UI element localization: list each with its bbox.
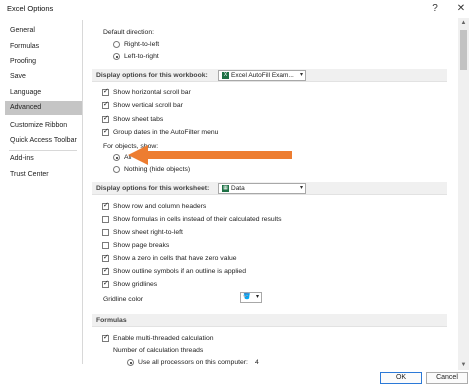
sidebar-item-formulas[interactable]: Formulas bbox=[5, 40, 82, 54]
ok-button[interactable]: OK bbox=[380, 372, 422, 384]
show-headers-label: Show row and column headers bbox=[113, 203, 207, 210]
show-page-breaks-checkbox[interactable] bbox=[102, 242, 109, 249]
left-to-right-radio[interactable] bbox=[113, 53, 120, 60]
worksheet-dropdown-value: Data bbox=[231, 185, 245, 192]
window-title: Excel Options bbox=[7, 4, 54, 13]
show-page-breaks-label: Show page breaks bbox=[113, 242, 170, 249]
formulas-section-title: Formulas bbox=[96, 317, 127, 324]
worksheet-icon: ▦ bbox=[222, 184, 229, 192]
sidebar-item-language[interactable]: Language bbox=[5, 86, 82, 100]
gridline-color-picker[interactable]: 🪣 ▾ bbox=[240, 292, 262, 303]
close-button[interactable]: ✕ bbox=[450, 1, 472, 17]
show-rtl-checkbox[interactable] bbox=[102, 229, 109, 236]
workbook-dropdown-value: Excel AutoFill Exam... bbox=[231, 72, 294, 79]
scroll-thumb[interactable] bbox=[460, 30, 467, 70]
group-dates-checkbox[interactable] bbox=[102, 127, 109, 136]
show-gridlines-checkbox[interactable] bbox=[102, 279, 109, 288]
arrow-shape bbox=[128, 145, 292, 165]
show-outline-checkbox[interactable] bbox=[102, 266, 109, 275]
show-horizontal-scroll-checkbox[interactable] bbox=[102, 87, 109, 96]
multithreaded-label: Enable multi-threaded calculation bbox=[113, 335, 214, 342]
workbook-section-title: Display options for this workbook: bbox=[96, 72, 208, 79]
show-formulas-checkbox[interactable] bbox=[102, 216, 109, 223]
sidebar-item-quick-access-toolbar[interactable]: Quick Access Toolbar bbox=[5, 134, 82, 148]
group-dates-label: Group dates in the AutoFilter menu bbox=[113, 129, 219, 136]
sidebar-item-trust-center[interactable]: Trust Center bbox=[5, 168, 82, 182]
sidebar-item-general[interactable]: General bbox=[5, 24, 82, 38]
right-to-left-radio[interactable] bbox=[113, 41, 120, 48]
use-all-processors-radio[interactable] bbox=[127, 359, 134, 366]
worksheet-section-title: Display options for this worksheet: bbox=[96, 185, 210, 192]
help-button[interactable]: ? bbox=[424, 1, 446, 17]
threads-label: Number of calculation threads bbox=[113, 347, 204, 354]
formulas-section-header: Formulas bbox=[92, 314, 447, 327]
sidebar-item-proofing[interactable]: Proofing bbox=[5, 55, 82, 69]
use-all-processors-label: Use all processors on this computer: bbox=[138, 359, 248, 366]
default-direction-label: Default direction: bbox=[103, 29, 155, 36]
sidebar: General Formulas Proofing Save Language … bbox=[5, 20, 83, 364]
objects-all-radio[interactable] bbox=[113, 154, 120, 161]
options-panel: Default direction: Right-to-left Left-to… bbox=[87, 18, 456, 370]
left-to-right-label: Left-to-right bbox=[124, 53, 159, 60]
sidebar-item-add-ins[interactable]: Add-ins bbox=[5, 152, 82, 166]
chevron-down-icon: ▾ bbox=[299, 185, 303, 191]
show-sheet-tabs-label: Show sheet tabs bbox=[113, 116, 164, 123]
show-zero-label: Show a zero in cells that have zero valu… bbox=[113, 255, 237, 262]
worksheet-dropdown[interactable]: ▦ Data ▾ bbox=[218, 183, 306, 194]
sidebar-item-advanced[interactable]: Advanced bbox=[5, 101, 82, 115]
vertical-scrollbar[interactable]: ▲ ▼ bbox=[458, 18, 469, 370]
show-outline-label: Show outline symbols if an outline is ap… bbox=[113, 268, 246, 275]
show-gridlines-label: Show gridlines bbox=[113, 281, 158, 288]
multithreaded-checkbox[interactable] bbox=[102, 333, 109, 342]
processor-count: 4 bbox=[255, 359, 259, 366]
right-to-left-label: Right-to-left bbox=[124, 41, 160, 48]
show-rtl-label: Show sheet right-to-left bbox=[113, 229, 183, 236]
sidebar-divider bbox=[9, 150, 77, 151]
sidebar-item-save[interactable]: Save bbox=[5, 70, 82, 84]
gridline-color-label: Gridline color bbox=[103, 296, 144, 303]
chevron-down-icon: ▾ bbox=[299, 72, 303, 78]
scroll-up-icon[interactable]: ▲ bbox=[458, 18, 469, 28]
show-vertical-scroll-label: Show vertical scroll bar bbox=[113, 102, 183, 109]
show-zero-checkbox[interactable] bbox=[102, 253, 109, 262]
excel-workbook-icon: X bbox=[222, 71, 229, 79]
workbook-dropdown[interactable]: X Excel AutoFill Exam... ▾ bbox=[218, 70, 306, 81]
annotation-arrow bbox=[128, 145, 292, 165]
show-sheet-tabs-checkbox[interactable] bbox=[102, 114, 109, 123]
cancel-button[interactable]: Cancel bbox=[426, 372, 468, 384]
scroll-down-icon[interactable]: ▼ bbox=[458, 360, 469, 370]
sidebar-item-customize-ribbon[interactable]: Customize Ribbon bbox=[5, 119, 82, 133]
chevron-down-icon: ▾ bbox=[255, 294, 259, 300]
title-bar: Excel Options ? ✕ bbox=[0, 0, 474, 18]
show-formulas-label: Show formulas in cells instead of their … bbox=[113, 216, 282, 223]
paint-bucket-icon: 🪣 bbox=[243, 294, 251, 300]
show-headers-checkbox[interactable] bbox=[102, 201, 109, 210]
show-vertical-scroll-checkbox[interactable] bbox=[102, 100, 109, 109]
objects-nothing-radio[interactable] bbox=[113, 166, 120, 173]
show-horizontal-scroll-label: Show horizontal scroll bar bbox=[113, 89, 191, 96]
